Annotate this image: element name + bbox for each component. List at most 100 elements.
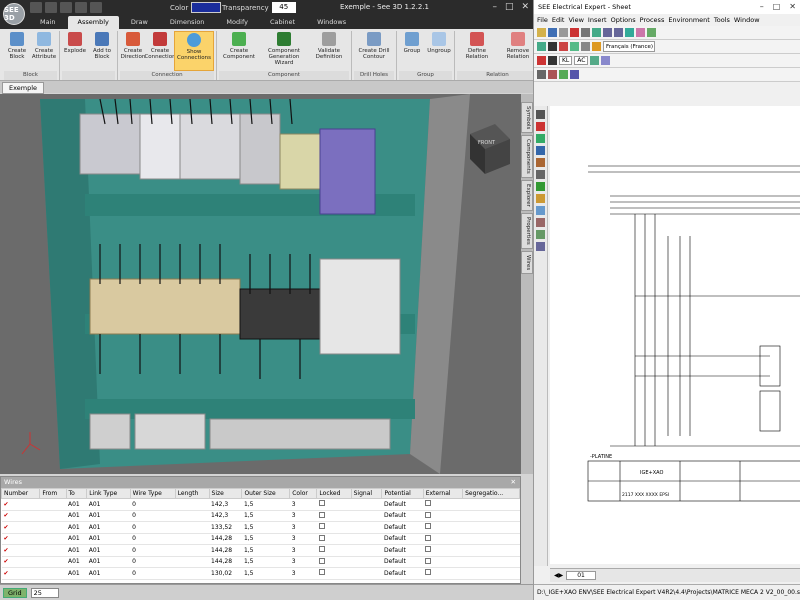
checkbox[interactable] <box>425 511 432 518</box>
create-connection-button[interactable]: Create Connection <box>144 31 176 71</box>
text-icon[interactable] <box>581 42 590 51</box>
row-check-icon[interactable]: ✔ <box>4 512 9 519</box>
wire-draw-icon[interactable] <box>536 122 545 131</box>
save-icon[interactable] <box>60 2 72 13</box>
tab-assembly[interactable]: Assembly <box>67 16 119 29</box>
side-tab-explorer[interactable]: Explorer <box>521 180 533 212</box>
menu-view[interactable]: View <box>568 16 583 24</box>
row-check-icon[interactable]: ✔ <box>4 558 9 565</box>
app-logo[interactable]: SEE 3D <box>3 3 25 25</box>
checkbox[interactable] <box>318 557 325 564</box>
tool-kl[interactable]: KL <box>559 56 573 65</box>
link-icon[interactable] <box>559 42 568 51</box>
side-tab-symbols[interactable]: Symbols <box>521 102 533 134</box>
table-row[interactable]: ✔ A01 A01 0 142,3 1,5 3 Default <box>1 510 520 522</box>
wires-col-header[interactable]: Wire Type <box>129 488 176 499</box>
side-tab-wires[interactable]: Wires <box>521 250 533 275</box>
checkbox[interactable] <box>318 546 325 553</box>
table-row[interactable]: ✔ A01 A01 0 133,52 1,5 3 Default <box>1 521 520 534</box>
select-icon[interactable] <box>536 110 545 119</box>
table-row[interactable]: ✔ A01 A01 0 142,3 1,5 3 Default <box>1 498 520 511</box>
checkbox[interactable] <box>425 523 432 530</box>
new-icon[interactable] <box>30 2 42 13</box>
row-check-icon[interactable]: ✔ <box>4 570 9 577</box>
print-icon[interactable] <box>559 28 568 37</box>
checkbox[interactable] <box>318 523 325 530</box>
rect-icon[interactable] <box>536 218 545 227</box>
tab-draw[interactable]: Draw <box>121 16 158 29</box>
layer-icon[interactable] <box>636 28 645 37</box>
wires-col-header[interactable]: Locked <box>316 488 352 499</box>
terminal-icon[interactable] <box>536 158 545 167</box>
group-button[interactable]: Group <box>399 31 425 71</box>
table-row[interactable]: ✔ A01 A01 0 130,02 1,5 3 Default <box>1 567 520 580</box>
component-icon[interactable] <box>570 42 579 51</box>
delete-icon[interactable] <box>537 56 546 65</box>
row-check-icon[interactable]: ✔ <box>4 524 9 531</box>
bus-icon[interactable] <box>536 194 545 203</box>
wires-col-header[interactable]: Size <box>208 488 243 499</box>
menu-options[interactable]: Options <box>611 16 636 24</box>
maximize-icon[interactable]: □ <box>773 2 781 11</box>
side-tab-properties[interactable]: Properties <box>521 213 533 249</box>
create-component-button[interactable]: Create Component <box>219 31 259 71</box>
close-icon[interactable]: ✕ <box>521 2 529 12</box>
close-icon[interactable]: ✕ <box>789 2 796 11</box>
color-picker[interactable]: Color <box>170 2 222 13</box>
wires-col-header[interactable]: Outer Size <box>241 488 291 499</box>
show-connections-button[interactable]: Show Connections <box>174 31 214 71</box>
list-icon[interactable] <box>601 56 611 65</box>
open-icon[interactable] <box>45 2 57 13</box>
undo-icon[interactable] <box>75 2 87 13</box>
transparency-input[interactable]: 45 <box>271 2 296 13</box>
menu-tools[interactable]: Tools <box>714 16 730 24</box>
checkbox[interactable] <box>425 557 432 564</box>
tab-cabinet[interactable]: Cabinet <box>260 16 305 29</box>
checkbox[interactable] <box>425 546 432 553</box>
row-check-icon[interactable]: ✔ <box>4 501 9 508</box>
checkbox[interactable] <box>318 500 325 507</box>
redo-icon[interactable] <box>614 28 623 37</box>
cut-icon[interactable] <box>570 28 579 37</box>
row-check-icon[interactable]: ✔ <box>4 547 9 554</box>
wires-col-header[interactable]: Color <box>289 488 318 499</box>
measure-icon[interactable] <box>536 206 545 215</box>
menu-window[interactable]: Window <box>734 16 760 24</box>
menu-edit[interactable]: Edit <box>552 16 565 24</box>
checkbox[interactable] <box>318 511 325 518</box>
close-icon[interactable]: ✕ <box>511 477 516 488</box>
table-row[interactable]: ✔ A01 A01 0 144,28 1,5 3 Default <box>1 544 520 557</box>
text-tool-icon[interactable] <box>536 170 545 179</box>
zoom-input[interactable]: 25 <box>30 587 59 598</box>
paste-icon[interactable] <box>592 28 601 37</box>
sheet-nav-icon[interactable]: ◀▶ <box>554 572 563 579</box>
circle-icon[interactable] <box>536 230 545 239</box>
symbol-icon[interactable] <box>537 42 546 51</box>
copy-icon[interactable] <box>581 28 590 37</box>
wires-col-header[interactable]: External <box>422 488 464 499</box>
language-select[interactable]: Français (France) <box>603 41 655 52</box>
checkbox[interactable] <box>425 569 432 576</box>
grid-toggle[interactable]: Grid <box>3 587 27 598</box>
symbol-insert-icon[interactable] <box>536 134 545 143</box>
line-icon[interactable] <box>548 56 557 65</box>
checkbox[interactable] <box>425 500 432 507</box>
check-icon[interactable] <box>590 56 600 65</box>
checkbox[interactable] <box>425 534 432 541</box>
menu-insert[interactable]: Insert <box>588 16 607 24</box>
menu-process[interactable]: Process <box>640 16 665 24</box>
wires-col-header[interactable]: Length <box>174 488 210 499</box>
tab-windows[interactable]: Windows <box>307 16 356 29</box>
wires-col-header[interactable]: Number <box>0 488 41 499</box>
table-row[interactable]: ✔ A01 A01 0 144,28 1,5 3 Default <box>1 533 520 545</box>
wires-col-header[interactable]: Link Type <box>86 488 131 499</box>
table-row[interactable]: ✔ A01 A01 0 144,28 1,5 3 Default <box>1 556 520 568</box>
checkbox[interactable] <box>318 534 325 541</box>
wires-col-header[interactable]: From <box>39 488 67 499</box>
remove-relation-button[interactable]: Remove Relation <box>498 31 538 71</box>
define-relation-button[interactable]: Define Relation <box>457 31 497 71</box>
arrow-icon[interactable] <box>537 70 546 79</box>
tab-modify[interactable]: Modify <box>216 16 258 29</box>
ungroup-button[interactable]: Ungroup <box>426 31 452 71</box>
open-icon[interactable] <box>537 28 546 37</box>
